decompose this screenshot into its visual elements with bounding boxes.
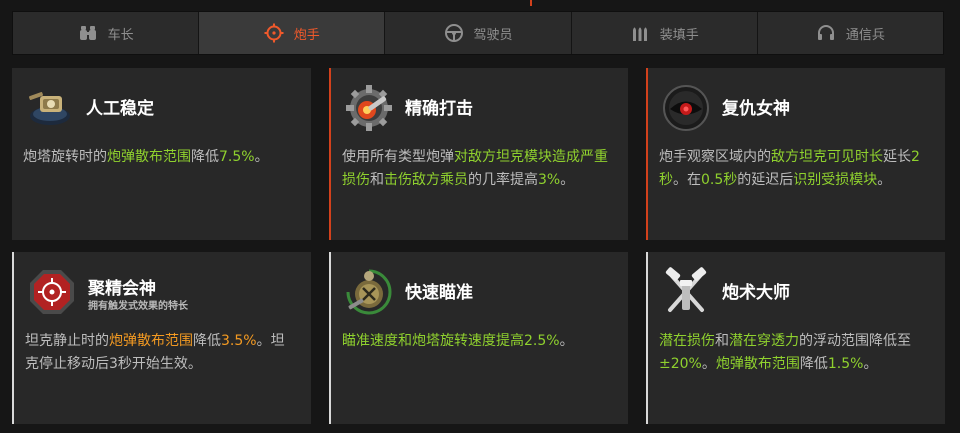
shells-icon (630, 23, 650, 43)
highlight-text: 1.5% (827, 356, 864, 372)
highlight-text: 击伤敌方乘员 (384, 172, 468, 188)
top-indicator (530, 0, 532, 6)
tab-driver[interactable]: 驾驶员 (385, 12, 572, 54)
description-text: 降低 (193, 333, 221, 349)
description-text: 炮塔旋转时的 (23, 149, 107, 165)
description-text: 的几率提高 (468, 172, 538, 188)
description-text: 和 (370, 172, 384, 188)
crew-role-tabs: 车长 炮手 驾驶员 装填手 通信兵 (12, 11, 944, 55)
headphones-icon (816, 23, 836, 43)
highlight-text: 潜在损伤 (659, 333, 715, 349)
highlight-text: 2.5% (524, 333, 560, 349)
description-text: 延长 (883, 149, 911, 165)
description-text: 坦克静止时的 (25, 333, 109, 349)
steering-wheel-icon (444, 23, 464, 43)
highlight-text: ±20% (659, 356, 702, 372)
skill-description: 炮手观察区域内的敌方坦克可见时长延长2秒。在0.5秒的延迟后识别受损模块。 (659, 146, 931, 192)
skill-description: 坦克静止时的炮弹散布范围降低3.5%。坦克停止移动后3秒开始生效。 (25, 330, 297, 376)
description-text: 使用所有类型炮弹 (342, 149, 454, 165)
tab-label: 装填手 (659, 27, 699, 43)
description-text: 。 (877, 172, 892, 188)
description-text: 降低 (799, 356, 828, 372)
description-text: 。 (560, 172, 575, 188)
description-text: 。 (254, 149, 269, 165)
skill-title: 聚精会神 (88, 279, 156, 299)
highlight-text: 7.5% (219, 149, 255, 165)
focus-target-icon (26, 266, 78, 318)
tab-loader[interactable]: 装填手 (572, 12, 758, 54)
stabilizer-icon (24, 82, 76, 134)
description-text: 。 (701, 356, 716, 372)
skill-description: 使用所有类型炮弹对敌方坦克模块造成严重损伤和击伤敌方乘员的几率提高3%。 (342, 146, 614, 192)
highlight-text: 瞄准速度和炮塔旋转速度提高 (342, 333, 524, 349)
skill-subtitle: 拥有触发式效果的特长 (88, 301, 188, 312)
quick-aim-icon (343, 266, 395, 318)
description-text: 降低 (191, 149, 219, 165)
highlight-text: 潜在穿透力 (729, 333, 799, 349)
tab-label: 车长 (107, 27, 134, 43)
skill-title: 人工稳定 (86, 99, 154, 119)
description-text: 。 (559, 333, 574, 349)
nemesis-eye-icon (660, 82, 712, 134)
tab-commander[interactable]: 车长 (13, 12, 200, 54)
highlight-text: 炮弹散布范围 (109, 333, 193, 349)
highlight-text: 3.5% (221, 333, 257, 349)
description-text: 。 (863, 356, 878, 372)
tab-label: 通信兵 (845, 27, 885, 43)
crossed-tools-icon (660, 266, 712, 318)
skill-title: 快速瞄准 (405, 283, 473, 303)
highlight-text: 3% (538, 172, 561, 188)
skill-title: 精确打击 (405, 99, 473, 119)
skill-description: 炮塔旋转时的炮弹散布范围降低7.5%。 (23, 146, 297, 169)
skill-title: 炮术大师 (722, 283, 790, 303)
skill-title: 复仇女神 (722, 99, 790, 119)
skill-card-focus[interactable]: 聚精会神 拥有触发式效果的特长 坦克静止时的炮弹散布范围降低3.5%。坦克停止移… (12, 252, 311, 424)
description-text: 。在 (673, 172, 701, 188)
highlight-text: 0.5秒 (701, 172, 738, 188)
skill-card-precision-strike[interactable]: 精确打击 使用所有类型炮弹对敌方坦克模块造成严重损伤和击伤敌方乘员的几率提高3%… (329, 68, 628, 240)
description-text: 炮手观察区域内的 (659, 149, 771, 165)
tab-radio-operator[interactable]: 通信兵 (758, 12, 943, 54)
highlight-text: 炮弹散布范围 (715, 356, 800, 372)
crosshair-icon (264, 23, 284, 43)
tab-gunner[interactable]: 炮手 (199, 12, 386, 54)
highlight-text: 识别受损模块 (793, 172, 878, 188)
highlight-text: 炮弹散布范围 (107, 149, 191, 165)
description-text: 和 (715, 333, 729, 349)
skill-card-nemesis[interactable]: 复仇女神 炮手观察区域内的敌方坦克可见时长延长2秒。在0.5秒的延迟后识别受损模… (646, 68, 945, 240)
description-text: 的延迟后 (737, 172, 794, 188)
binoculars-icon (78, 23, 98, 43)
highlight-text: 敌方坦克可见时长 (771, 149, 883, 165)
skill-card-manual-stabilization[interactable]: 人工稳定 炮塔旋转时的炮弹散布范围降低7.5%。 (12, 68, 311, 240)
skill-description: 瞄准速度和炮塔旋转速度提高2.5%。 (342, 330, 614, 353)
skill-card-gun-master[interactable]: 炮术大师 潜在损伤和潜在穿透力的浮动范围降低至±20%。炮弹散布范围降低1.5%… (646, 252, 945, 424)
tab-label: 驾驶员 (473, 27, 513, 43)
tab-label: 炮手 (293, 27, 320, 43)
skill-description: 潜在损伤和潜在穿透力的浮动范围降低至±20%。炮弹散布范围降低1.5%。 (659, 330, 931, 376)
description-text: 的浮动范围降低至 (799, 333, 911, 349)
skill-card-snap-shot[interactable]: 快速瞄准 瞄准速度和炮塔旋转速度提高2.5%。 (329, 252, 628, 424)
precision-strike-icon (343, 82, 395, 134)
